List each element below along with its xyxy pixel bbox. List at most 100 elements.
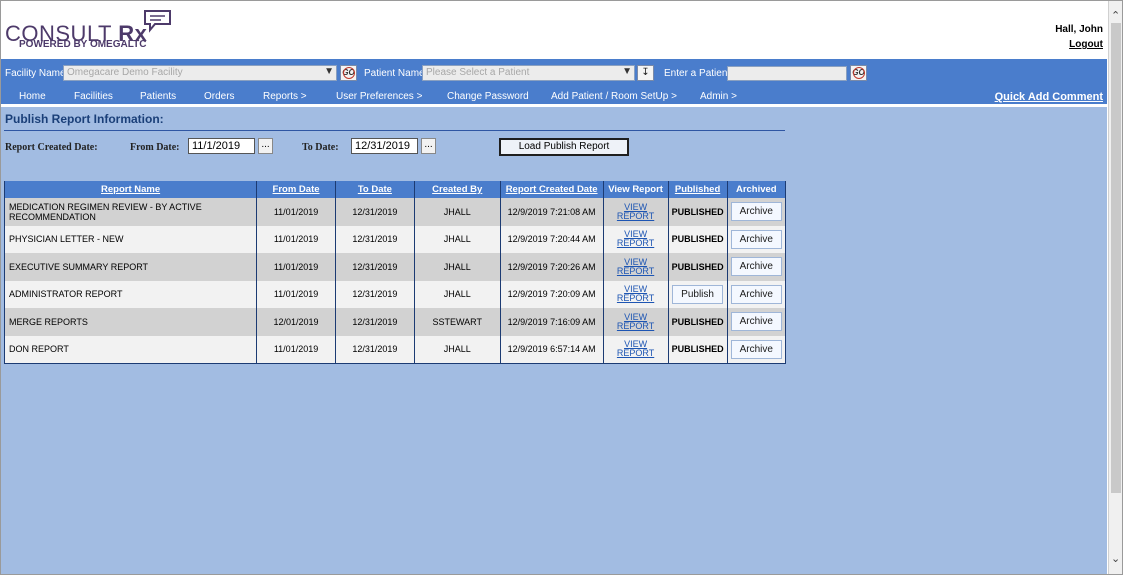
created-by-cell: SSTEWART	[413, 308, 501, 336]
report-name-cell: ADMINISTRATOR REPORT	[3, 280, 258, 308]
enter-patient-label: Enter a Patient:	[664, 68, 733, 79]
to-date-cell: 12/31/2019	[334, 198, 415, 226]
to-date-cell: 12/31/2019	[334, 225, 415, 253]
published-status: PUBLISHED	[667, 308, 728, 336]
created-by-cell: JHALL	[413, 225, 501, 253]
archive-button[interactable]: Archive	[730, 339, 782, 359]
archived-cell: Archive	[726, 225, 787, 253]
from-date-cell: 12/01/2019	[256, 308, 336, 336]
chevron-up-icon[interactable]: ⌃	[1111, 9, 1120, 22]
from-date-cell: 11/01/2019	[256, 335, 336, 364]
vertical-scrollbar[interactable]: ⌃ ⌄	[1108, 1, 1122, 574]
archive-button[interactable]: Archive	[730, 257, 782, 277]
archived-cell: Archive	[726, 280, 787, 308]
patient-go-icon[interactable]: GO	[850, 65, 867, 81]
user-name: Hall, John	[1055, 24, 1103, 35]
archive-button[interactable]: Archive	[730, 284, 782, 304]
facility-value: Omegacare Demo Facility	[67, 67, 183, 78]
to-date-cell: 12/31/2019	[334, 253, 415, 281]
scrollbar-thumb[interactable]	[1111, 23, 1121, 493]
chevron-down-icon[interactable]: ⌄	[1111, 552, 1120, 565]
nav-reports[interactable]: Reports >	[263, 91, 307, 102]
consult-rx-logo[interactable]: CONSULT Rx POWERED BY OMEGALTC	[5, 7, 180, 57]
report-created-label: Report Created Date:	[5, 142, 98, 153]
chevron-down-icon: ▼	[622, 66, 632, 77]
header-to-date[interactable]: To Date	[334, 181, 415, 198]
published-cell: Publish	[667, 280, 728, 308]
to-date-cell: 12/31/2019	[334, 308, 415, 336]
to-date-cell: 12/31/2019	[334, 280, 415, 308]
created-date-cell: 12/9/2019 7:16:09 AM	[499, 308, 604, 336]
patient-lookup-icon[interactable]: ↧	[637, 65, 654, 81]
published-status: PUBLISHED	[667, 198, 728, 226]
publish-button[interactable]: Publish	[672, 284, 723, 304]
patient-label: Patient Name:	[364, 68, 428, 79]
header-created-by[interactable]: Created By	[413, 181, 501, 198]
to-date-picker-button[interactable]: ...	[421, 138, 436, 154]
main-nav: Home Facilities Patients Orders Reports …	[1, 87, 1107, 107]
nav-orders[interactable]: Orders	[204, 91, 235, 102]
from-date-input[interactable]: 11/1/2019	[188, 138, 255, 154]
view-report-link[interactable]: VIEW REPORT	[602, 253, 669, 281]
publish-report-table: Report Name From Date To Date Created By…	[3, 181, 787, 364]
facility-select[interactable]: Omegacare Demo Facility ▼	[63, 65, 337, 81]
from-date-cell: 11/01/2019	[256, 253, 336, 281]
logo-powered-text: POWERED BY OMEGALTC	[19, 39, 147, 50]
from-date-label: From Date:	[130, 142, 180, 153]
to-date-cell: 12/31/2019	[334, 335, 415, 364]
archived-cell: Archive	[726, 335, 787, 364]
view-report-link[interactable]: VIEW REPORT	[602, 225, 669, 253]
published-status: PUBLISHED	[667, 335, 728, 364]
chevron-down-icon: ▼	[324, 66, 334, 77]
view-report-link[interactable]: VIEW REPORT	[602, 308, 669, 336]
title-divider	[4, 130, 785, 131]
header-report-created-date[interactable]: Report Created Date	[499, 181, 604, 198]
archive-button[interactable]: Archive	[730, 229, 782, 249]
nav-home[interactable]: Home	[19, 91, 46, 102]
nav-add-patient[interactable]: Add Patient / Room SetUp >	[551, 91, 677, 102]
view-report-link[interactable]: VIEW REPORT	[602, 280, 669, 308]
table-row: PHYSICIAN LETTER - NEW 11/01/2019 12/31/…	[3, 225, 787, 253]
quick-add-comment-link[interactable]: Quick Add Comment	[995, 91, 1103, 103]
header-view-report: View Report	[602, 181, 669, 198]
header-report-name[interactable]: Report Name	[3, 181, 258, 198]
created-date-cell: 12/9/2019 7:20:26 AM	[499, 253, 604, 281]
header: CONSULT Rx POWERED BY OMEGALTC Hall, Joh…	[1, 1, 1107, 59]
view-report-link[interactable]: VIEW REPORT	[602, 335, 669, 364]
filter-bar: Facility Name: Omegacare Demo Facility ▼…	[1, 59, 1107, 87]
nav-change-password[interactable]: Change Password	[447, 91, 529, 102]
created-by-cell: JHALL	[413, 335, 501, 364]
page: CONSULT Rx POWERED BY OMEGALTC Hall, Joh…	[1, 1, 1107, 574]
table-header-row: Report Name From Date To Date Created By…	[3, 181, 787, 198]
nav-patients[interactable]: Patients	[140, 91, 176, 102]
patient-select[interactable]: Please Select a Patient ▼	[422, 65, 635, 81]
view-report-link[interactable]: VIEW REPORT	[602, 198, 669, 226]
facility-go-icon[interactable]: GO	[340, 65, 357, 81]
report-name-cell: MERGE REPORTS	[3, 308, 258, 336]
header-published[interactable]: Published	[667, 181, 728, 198]
report-name-cell: MEDICATION REGIMEN REVIEW - BY ACTIVE RE…	[3, 198, 258, 226]
report-name-cell: DON REPORT	[3, 335, 258, 364]
facility-label: Facility Name:	[5, 68, 69, 79]
archived-cell: Archive	[726, 308, 787, 336]
archive-button[interactable]: Archive	[730, 312, 782, 332]
nav-facilities[interactable]: Facilities	[74, 91, 113, 102]
header-archived: Archived	[726, 181, 787, 198]
from-date-cell: 11/01/2019	[256, 280, 336, 308]
to-date-input[interactable]: 12/31/2019	[351, 138, 418, 154]
report-name-cell: EXECUTIVE SUMMARY REPORT	[3, 253, 258, 281]
logout-link[interactable]: Logout	[1055, 39, 1103, 50]
from-date-cell: 11/01/2019	[256, 198, 336, 226]
archived-cell: Archive	[726, 198, 787, 226]
from-date-picker-button[interactable]: ...	[258, 138, 273, 154]
nav-admin[interactable]: Admin >	[700, 91, 737, 102]
header-from-date[interactable]: From Date	[256, 181, 336, 198]
enter-patient-input[interactable]	[727, 66, 847, 81]
created-by-cell: JHALL	[413, 280, 501, 308]
load-publish-report-button[interactable]: Load Publish Report	[499, 138, 629, 156]
archive-button[interactable]: Archive	[730, 202, 782, 222]
published-status: PUBLISHED	[667, 253, 728, 281]
table-row: MERGE REPORTS 12/01/2019 12/31/2019 SSTE…	[3, 308, 787, 336]
table-row: EXECUTIVE SUMMARY REPORT 11/01/2019 12/3…	[3, 253, 787, 281]
nav-user-preferences[interactable]: User Preferences >	[336, 91, 422, 102]
